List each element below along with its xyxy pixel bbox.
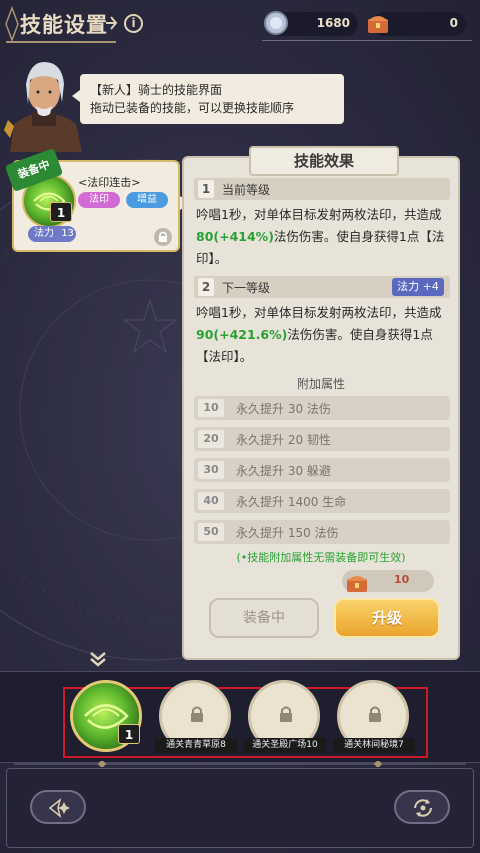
attributes-note: (•技能附加属性无需装备即可生效) [236, 551, 406, 564]
current-level-desc: 吟唱1秒，对单体目标发射两枚法印，共造成80(+414%)法伤伤害。使自身获得1… [196, 204, 448, 270]
cost-value: 10 [394, 573, 410, 586]
slot-level: 1 [118, 724, 140, 744]
extra-attributes-title: 附加属性 [296, 377, 345, 391]
sparkle-wing-icon [48, 798, 70, 818]
dialog-line-2: 拖动已装备的技能，可以更换技能顺序 [90, 101, 295, 115]
attribute-level: 40 [198, 492, 224, 510]
current-level-header: 1 当前等级 [194, 178, 450, 200]
mana-value: 13 [61, 228, 74, 239]
current-desc-text: 吟唱1秒，对单体目标发射两枚法印，共造成 [196, 207, 442, 222]
mana-cost: 法力 13 [28, 226, 76, 242]
back-button[interactable] [30, 790, 86, 824]
attribute-text: 永久提升 30 法伤 [236, 402, 331, 416]
lock-icon[interactable] [154, 228, 172, 246]
slot-unlock-condition: 通关青青草原8 [155, 738, 237, 753]
skill-level: 1 [50, 202, 72, 222]
tag-buff: 增益 [126, 192, 168, 208]
refresh-button[interactable] [394, 790, 450, 824]
padlock-icon [191, 706, 203, 722]
next-damage-value: 90(+421.6%) [196, 327, 288, 342]
refresh-icon [414, 799, 432, 817]
attribute-text: 永久提升 30 躲避 [236, 464, 331, 478]
next-level-header: 2 下一等级 法力 +4 [194, 276, 450, 298]
treasure-chest-icon [368, 16, 388, 33]
header: 技能设置 i 1680 0 [0, 0, 480, 48]
attribute-row: 10 永久提升 30 法伤 [194, 396, 450, 420]
attribute-level: 30 [198, 461, 224, 479]
title-divider [6, 41, 116, 43]
attribute-level: 10 [198, 399, 224, 417]
info-button[interactable]: i [124, 14, 143, 33]
attribute-level: 50 [198, 523, 224, 541]
chest-value: 0 [449, 16, 458, 30]
mana-increase-badge: 法力 +4 [392, 278, 444, 296]
slot-unlock-condition: 通关圣殿广场10 [244, 738, 326, 753]
attribute-text: 永久提升 150 法伤 [236, 526, 339, 540]
padlock-icon [280, 706, 292, 722]
page-title: 技能设置 [20, 13, 108, 37]
panel-title: 技能效果 [249, 146, 399, 176]
bar-ornament [14, 761, 466, 767]
title-ornament-icon [5, 6, 19, 42]
next-desc-text: 吟唱1秒，对单体目标发射两枚法印，共造成 [196, 305, 442, 320]
current-level-label: 当前等级 [222, 183, 271, 197]
npc-dialog: 【新人】骑士的技能界面 拖动已装备的技能，可以更换技能顺序 [72, 74, 344, 124]
next-level-desc: 吟唱1秒，对单体目标发射两枚法印，共造成90(+421.6%)法伤伤害。使自身获… [196, 302, 448, 368]
selected-skill-card[interactable]: 装备中 1 <法印连击> 法印 增益 法力 13 [4, 147, 190, 252]
upgrade-button[interactable]: 升级 [334, 598, 440, 638]
skill-name: <法印连击> [78, 176, 141, 189]
tag-seal: 法印 [78, 192, 120, 208]
next-level-label: 下一等级 [222, 281, 271, 295]
attribute-row: 50 永久提升 150 法伤 [194, 520, 450, 544]
current-level-number: 1 [198, 180, 214, 198]
attribute-row: 40 永久提升 1400 生命 [194, 489, 450, 513]
treasure-chest-icon [347, 576, 367, 592]
knight-avatar [4, 62, 82, 152]
attribute-text: 永久提升 1400 生命 [236, 495, 347, 509]
chevron-down-icon[interactable] [88, 650, 108, 668]
slot-unlock-condition: 通关林间秘境7 [333, 738, 415, 753]
dialog-line-1: 【新人】骑士的技能界面 [90, 83, 223, 97]
attribute-text: 永久提升 20 韧性 [236, 433, 331, 447]
header-divider [262, 40, 472, 41]
equipped-button[interactable]: 装备中 [209, 598, 319, 638]
skill-effect-panel: 技能效果 1 当前等级 吟唱1秒，对单体目标发射两枚法印，共造成 80(+414%… [182, 146, 460, 660]
padlock-icon [369, 706, 381, 722]
attribute-level: 20 [198, 430, 224, 448]
silver-coin-icon [264, 11, 288, 35]
spark-icon [106, 16, 118, 30]
next-level-number: 2 [198, 278, 214, 296]
attribute-row: 30 永久提升 30 躲避 [194, 458, 450, 482]
mana-label: 法力 [34, 228, 54, 239]
attribute-row: 20 永久提升 20 韧性 [194, 427, 450, 451]
current-damage-value: 80(+414%) [196, 229, 274, 244]
silver-value: 1680 [316, 16, 350, 30]
